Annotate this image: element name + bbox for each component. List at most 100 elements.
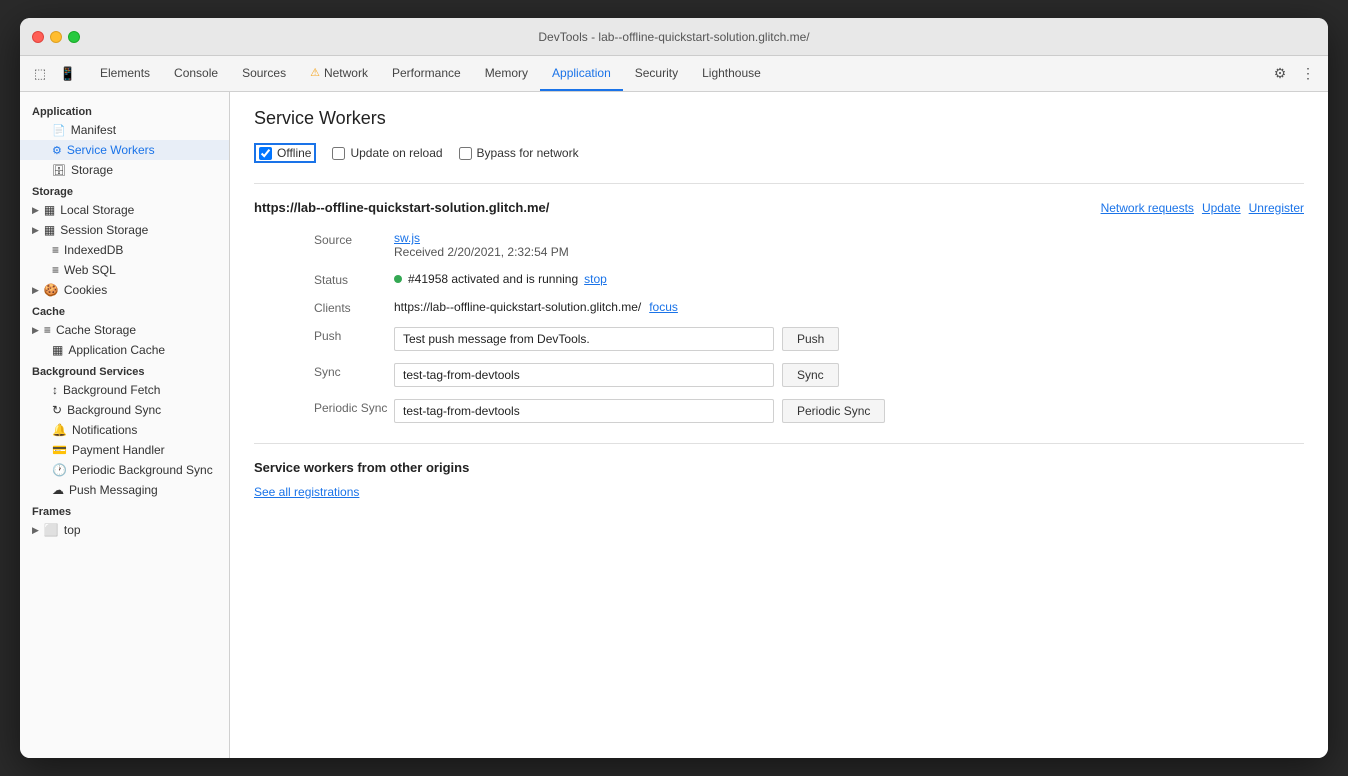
maximize-button[interactable]: [68, 31, 80, 43]
sidebar-background-fetch-label: Background Fetch: [63, 383, 160, 397]
unregister-link[interactable]: Unregister: [1249, 201, 1304, 215]
sidebar-item-storage[interactable]: 🗄 Storage: [20, 160, 229, 180]
source-file-link[interactable]: sw.js: [394, 231, 420, 245]
sync-input[interactable]: [394, 363, 774, 387]
network-requests-link[interactable]: Network requests: [1101, 201, 1194, 215]
sidebar-push-messaging-label: Push Messaging: [69, 483, 158, 497]
cursor-tool-button[interactable]: ⬚: [28, 62, 52, 86]
chevron-icon: ▶: [32, 225, 39, 236]
sidebar-section-storage: Storage: [20, 180, 229, 200]
sidebar-item-background-sync[interactable]: ↻ Background Sync: [20, 400, 229, 420]
notifications-icon: 🔔: [52, 423, 67, 437]
sidebar-item-payment-handler[interactable]: 💳 Payment Handler: [20, 440, 229, 460]
update-on-reload-label[interactable]: Update on reload: [332, 146, 442, 160]
sidebar-item-web-sql[interactable]: ≡ Web SQL: [20, 260, 229, 280]
device-tool-button[interactable]: 📱: [56, 62, 80, 86]
divider: [254, 443, 1304, 444]
cache-storage-icon: ≡: [44, 323, 51, 337]
sidebar-item-cache-storage[interactable]: ▶ ≡ Cache Storage: [20, 320, 229, 340]
more-dots-icon: ⋮: [1301, 65, 1315, 82]
sidebar-notifications-label: Notifications: [72, 423, 137, 437]
tab-security[interactable]: Security: [623, 56, 690, 91]
tab-sources[interactable]: Sources: [230, 56, 298, 91]
more-options-button[interactable]: ⋮: [1296, 62, 1320, 86]
device-icon: 📱: [60, 66, 76, 82]
update-link[interactable]: Update: [1202, 201, 1241, 215]
sidebar-item-manifest[interactable]: 📄 Manifest: [20, 120, 229, 140]
close-button[interactable]: [32, 31, 44, 43]
toolbar: ⬚ 📱 Elements Console Sources ⚠ Network P…: [20, 56, 1328, 92]
push-input[interactable]: [394, 327, 774, 351]
sidebar-payment-handler-label: Payment Handler: [72, 443, 165, 457]
offline-label: Offline: [277, 146, 311, 160]
offline-checkbox[interactable]: [259, 147, 272, 160]
sidebar-item-notifications[interactable]: 🔔 Notifications: [20, 420, 229, 440]
sidebar-indexeddb-label: IndexedDB: [64, 243, 123, 257]
sidebar-session-storage-label: Session Storage: [60, 223, 148, 237]
sync-row: Sync: [394, 363, 1304, 387]
tab-console-label: Console: [174, 66, 218, 80]
gear-icon: ⚙: [1274, 65, 1287, 82]
tab-network[interactable]: ⚠ Network: [298, 56, 380, 91]
sidebar-item-session-storage[interactable]: ▶ ▦ Session Storage: [20, 220, 229, 240]
toolbar-right: ⚙ ⋮: [1268, 62, 1320, 86]
background-sync-icon: ↻: [52, 403, 62, 417]
main-content: Service Workers Offline Update on reload…: [230, 92, 1328, 758]
application-cache-icon: ▦: [52, 343, 63, 357]
tab-lighthouse[interactable]: Lighthouse: [690, 56, 773, 91]
stop-link[interactable]: stop: [584, 272, 607, 286]
tab-memory[interactable]: Memory: [473, 56, 540, 91]
sidebar-item-service-workers[interactable]: ⚙ Service Workers: [20, 140, 229, 160]
periodic-sync-button[interactable]: Periodic Sync: [782, 399, 885, 423]
sw-fields: Source sw.js Received 2/20/2021, 2:32:54…: [314, 231, 1304, 423]
sw-entry: https://lab--offline-quickstart-solution…: [254, 183, 1304, 423]
clients-label: Clients: [314, 299, 394, 315]
see-all-registrations-link[interactable]: See all registrations: [254, 485, 359, 499]
periodic-sync-input[interactable]: [394, 399, 774, 423]
toolbar-icons: ⬚ 📱: [28, 62, 80, 86]
sidebar-item-application-cache[interactable]: ▦ Application Cache: [20, 340, 229, 360]
status-value: #41958 activated and is running stop: [394, 271, 1304, 287]
tab-network-label: Network: [324, 66, 368, 80]
sidebar-item-indexeddb[interactable]: ≡ IndexedDB: [20, 240, 229, 260]
tab-list: Elements Console Sources ⚠ Network Perfo…: [88, 56, 1268, 91]
top-frame-icon: ⬜: [44, 523, 59, 537]
sidebar-periodic-background-sync-label: Periodic Background Sync: [72, 463, 213, 477]
sidebar-cache-storage-label: Cache Storage: [56, 323, 136, 337]
sidebar-item-background-fetch[interactable]: ↕ Background Fetch: [20, 380, 229, 400]
status-label: Status: [314, 271, 394, 287]
titlebar: DevTools - lab--offline-quickstart-solut…: [20, 18, 1328, 56]
sidebar-web-sql-label: Web SQL: [64, 263, 116, 277]
sidebar-section-background-services: Background Services: [20, 360, 229, 380]
periodic-background-sync-icon: 🕐: [52, 463, 67, 477]
tab-console[interactable]: Console: [162, 56, 230, 91]
tab-elements[interactable]: Elements: [88, 56, 162, 91]
sidebar-item-top[interactable]: ▶ ⬜ top: [20, 520, 229, 540]
traffic-lights: [32, 31, 80, 43]
received-text: Received 2/20/2021, 2:32:54 PM: [394, 245, 569, 259]
push-button[interactable]: Push: [782, 327, 839, 351]
sidebar-item-local-storage[interactable]: ▶ ▦ Local Storage: [20, 200, 229, 220]
sync-label: Sync: [314, 363, 394, 387]
source-label: Source: [314, 231, 394, 259]
sidebar-item-periodic-background-sync[interactable]: 🕐 Periodic Background Sync: [20, 460, 229, 480]
bypass-for-network-checkbox[interactable]: [459, 147, 472, 160]
background-fetch-icon: ↕: [52, 383, 58, 397]
indexeddb-icon: ≡: [52, 243, 59, 257]
focus-link[interactable]: focus: [649, 300, 678, 314]
minimize-button[interactable]: [50, 31, 62, 43]
cursor-icon: ⬚: [34, 66, 46, 82]
sidebar-item-push-messaging[interactable]: ☁ Push Messaging: [20, 480, 229, 500]
payment-handler-icon: 💳: [52, 443, 67, 457]
sync-button[interactable]: Sync: [782, 363, 839, 387]
sidebar-item-cookies[interactable]: ▶ 🍪 Cookies: [20, 280, 229, 300]
content-area: Application 📄 Manifest ⚙ Service Workers…: [20, 92, 1328, 758]
offline-checkbox-label[interactable]: Offline: [259, 146, 311, 160]
sidebar-local-storage-label: Local Storage: [60, 203, 134, 217]
client-url-text: https://lab--offline-quickstart-solution…: [394, 300, 641, 314]
bypass-for-network-label[interactable]: Bypass for network: [459, 146, 579, 160]
tab-application[interactable]: Application: [540, 56, 623, 91]
update-on-reload-checkbox[interactable]: [332, 147, 345, 160]
tab-performance[interactable]: Performance: [380, 56, 473, 91]
settings-button[interactable]: ⚙: [1268, 62, 1292, 86]
